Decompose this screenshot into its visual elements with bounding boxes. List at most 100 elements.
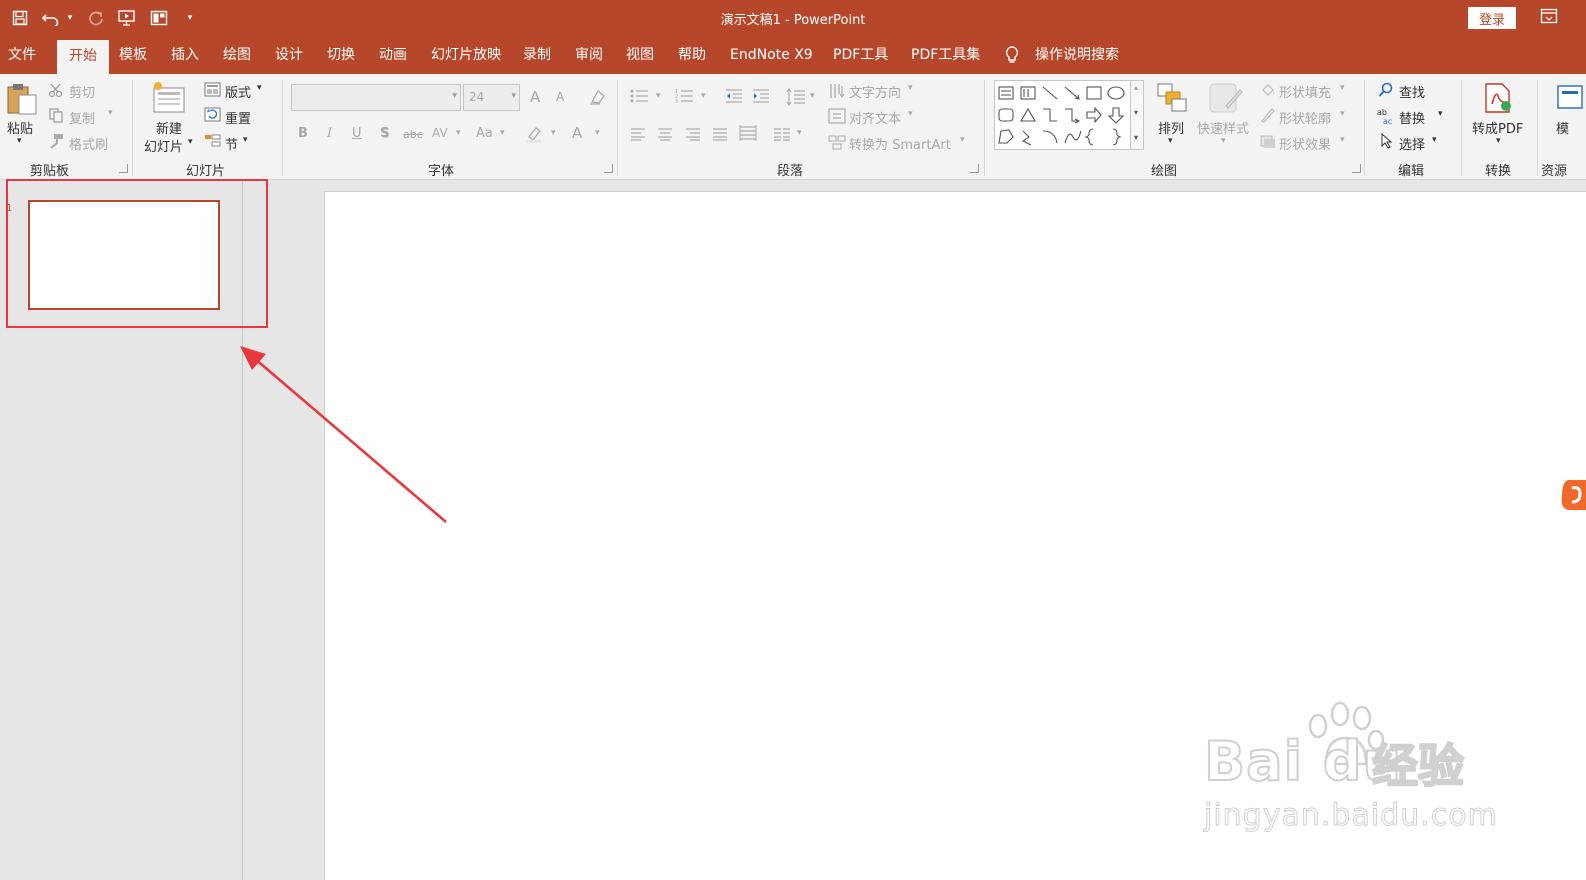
paragraph-launcher-icon[interactable]	[970, 164, 979, 173]
font-color-button[interactable]: A	[572, 124, 582, 142]
gallery-down-icon[interactable]: ▾	[1134, 108, 1138, 117]
paste-icon[interactable]	[6, 82, 38, 120]
text-direction-icon[interactable]	[828, 82, 846, 104]
shape-fill-dropdown-icon[interactable]: ▾	[1340, 83, 1345, 93]
bullets-dropdown-icon[interactable]: ▾	[656, 91, 661, 101]
lightbulb-icon[interactable]	[1004, 36, 1024, 74]
increase-indent-icon[interactable]	[752, 88, 770, 108]
tab-help[interactable]: 帮助	[678, 36, 706, 74]
convert-to-pdf-button[interactable]: 转成PDF	[1472, 118, 1523, 137]
replace-dropdown-icon[interactable]: ▾	[1438, 109, 1443, 119]
grow-font-button[interactable]: A	[530, 88, 540, 106]
gallery-up-icon[interactable]: ▴	[1134, 83, 1138, 92]
tab-review[interactable]: 审阅	[575, 36, 603, 74]
tab-file[interactable]: 文件	[8, 36, 36, 74]
cut-button[interactable]: 剪切	[69, 82, 95, 101]
cut-icon[interactable]	[48, 82, 64, 102]
shapes-gallery[interactable]	[994, 80, 1144, 150]
text-direction-button[interactable]: 文字方向	[849, 82, 901, 101]
smartart-icon[interactable]	[828, 133, 846, 155]
columns-dropdown-icon[interactable]: ▾	[797, 128, 802, 138]
template-resource-icon[interactable]	[1556, 82, 1586, 116]
ribbon-display-options-icon[interactable]	[1540, 8, 1560, 26]
copy-button[interactable]: 复制	[69, 108, 95, 127]
decrease-indent-icon[interactable]	[725, 88, 743, 108]
tab-home[interactable]: 开始	[57, 40, 109, 74]
shapes-gallery-scroll[interactable]: ▴ ▾ ▾	[1130, 80, 1144, 150]
quick-styles-icon[interactable]	[1208, 82, 1244, 118]
format-painter-button[interactable]: 格式刷	[69, 134, 108, 153]
replace-icon[interactable]: ab ac	[1377, 107, 1395, 129]
tab-animations[interactable]: 动画	[379, 36, 407, 74]
select-dropdown-icon[interactable]: ▾	[1432, 135, 1437, 145]
section-button[interactable]: 节	[225, 134, 238, 153]
font-name-dropdown-icon[interactable]: ▾	[452, 91, 457, 101]
tab-draw[interactable]: 绘图	[223, 36, 251, 74]
align-text-icon[interactable]	[828, 107, 846, 129]
shape-outline-button[interactable]: 形状轮廓	[1279, 108, 1331, 127]
tab-pdf-toolset[interactable]: PDF工具集	[911, 36, 980, 74]
shape-fill-button[interactable]: 形状填充	[1279, 82, 1331, 101]
copy-dropdown-icon[interactable]: ▾	[108, 108, 113, 118]
italic-button[interactable]: I	[327, 126, 332, 141]
distributed-icon[interactable]	[739, 124, 757, 146]
align-right-icon[interactable]	[685, 126, 701, 145]
tab-templates[interactable]: 模板	[119, 36, 147, 74]
reset-icon[interactable]	[204, 107, 221, 126]
select-cursor-icon[interactable]	[1380, 132, 1394, 153]
align-text-dropdown-icon[interactable]: ▾	[908, 109, 913, 119]
layout-button[interactable]: 版式	[225, 82, 251, 101]
tab-transitions[interactable]: 切换	[327, 36, 355, 74]
tab-slideshow[interactable]: 幻灯片放映	[431, 36, 501, 74]
align-center-icon[interactable]	[657, 126, 673, 145]
tab-insert[interactable]: 插入	[171, 36, 199, 74]
pdf-icon[interactable]	[1482, 82, 1514, 118]
section-icon[interactable]	[204, 133, 221, 152]
clear-formatting-icon[interactable]	[588, 88, 606, 110]
highlight-icon[interactable]	[525, 124, 545, 148]
new-slide-icon[interactable]	[150, 80, 188, 120]
shape-effects-button[interactable]: 形状效果	[1279, 134, 1331, 153]
shape-outline-icon[interactable]	[1260, 107, 1276, 127]
smartart-dropdown-icon[interactable]: ▾	[960, 135, 965, 145]
font-size-dropdown-icon[interactable]: ▾	[511, 91, 516, 101]
tab-endnote[interactable]: EndNote X9	[730, 36, 813, 74]
shape-outline-dropdown-icon[interactable]: ▾	[1340, 109, 1345, 119]
tell-me-search[interactable]: 操作说明搜索	[1035, 36, 1119, 74]
font-size-combobox[interactable]: 24 ▾	[463, 84, 520, 111]
layout-icon[interactable]	[204, 82, 221, 101]
format-painter-icon[interactable]	[48, 133, 64, 153]
replace-button[interactable]: 替换	[1399, 108, 1425, 127]
reset-button[interactable]: 重置	[225, 108, 251, 127]
new-slide-dropdown-icon[interactable]: ▾	[188, 137, 193, 147]
convert-dropdown-icon[interactable]: ▾	[1496, 136, 1501, 146]
justify-icon[interactable]	[712, 126, 728, 145]
gallery-more-icon[interactable]: ▾	[1134, 133, 1138, 142]
find-icon[interactable]	[1378, 82, 1394, 102]
clipboard-launcher-icon[interactable]	[119, 164, 128, 173]
new-slide-label-1[interactable]: 新建	[156, 118, 182, 137]
tab-design[interactable]: 设计	[275, 36, 303, 74]
section-dropdown-icon[interactable]: ▾	[243, 135, 248, 145]
login-button[interactable]: 登录	[1468, 7, 1516, 29]
tab-record[interactable]: 录制	[523, 36, 551, 74]
bold-button[interactable]: B	[298, 126, 308, 141]
strikethrough-button[interactable]: abc	[403, 128, 423, 141]
character-spacing-dropdown-icon[interactable]: ▾	[456, 128, 461, 138]
select-button[interactable]: 选择	[1399, 134, 1425, 153]
text-shadow-button[interactable]: S	[380, 126, 389, 141]
change-case-dropdown-icon[interactable]: ▾	[500, 128, 505, 138]
new-slide-label-2[interactable]: 幻灯片	[144, 136, 183, 155]
font-name-combobox[interactable]: ▾	[291, 84, 461, 111]
align-text-button[interactable]: 对齐文本	[849, 108, 901, 127]
arrange-button[interactable]: 排列	[1158, 118, 1184, 137]
columns-icon[interactable]	[773, 126, 791, 145]
quick-styles-dropdown-icon[interactable]: ▾	[1221, 136, 1226, 146]
underline-button[interactable]: U	[352, 126, 362, 141]
numbering-dropdown-icon[interactable]: ▾	[701, 91, 706, 101]
paste-dropdown-icon[interactable]: ▾	[17, 136, 22, 146]
shape-effects-icon[interactable]	[1260, 133, 1276, 153]
change-case-button[interactable]: Aa	[476, 126, 493, 141]
character-spacing-button[interactable]: AV	[432, 126, 448, 140]
template-resource-button[interactable]: 模	[1556, 118, 1569, 137]
